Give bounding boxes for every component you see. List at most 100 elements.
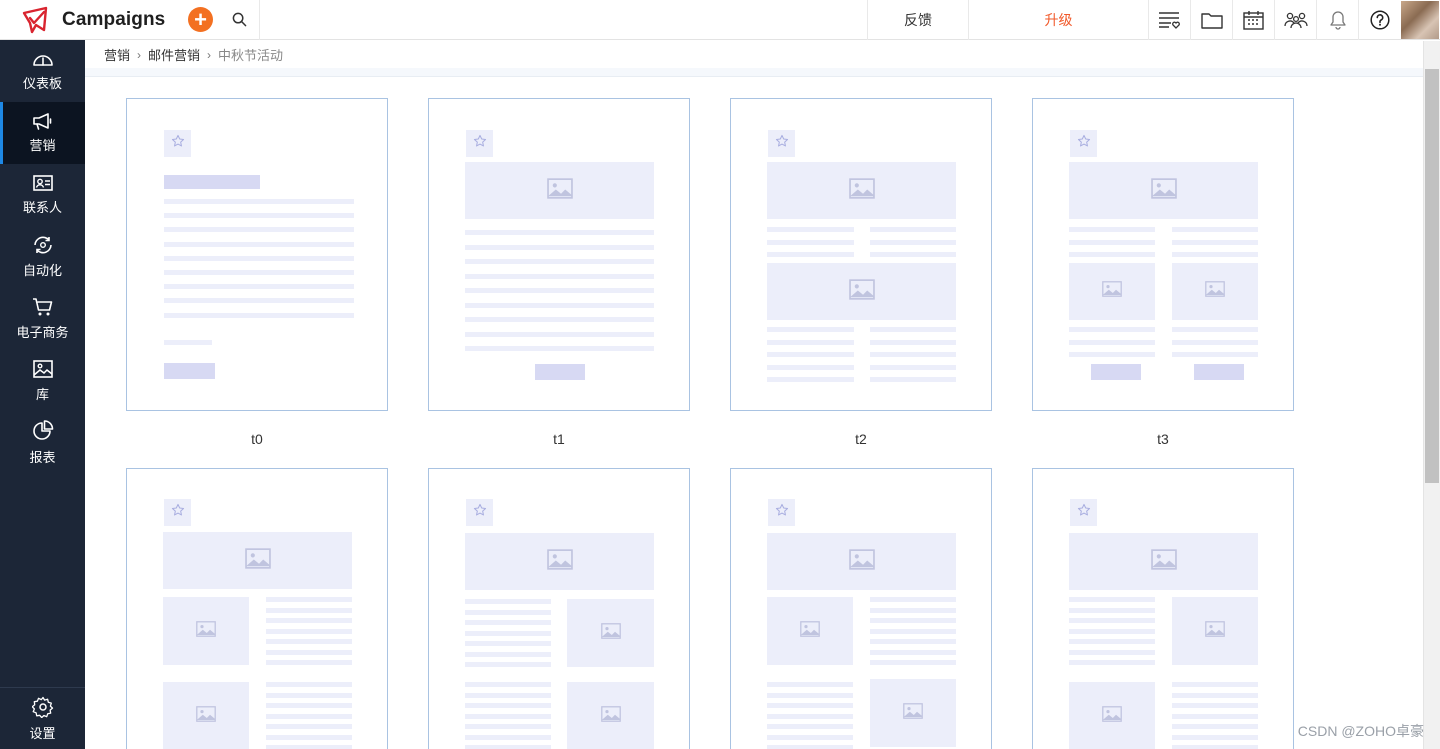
scrollbar-thumb[interactable] [1425, 69, 1439, 483]
favorite-button[interactable] [1070, 499, 1097, 526]
text-line-placeholder [870, 339, 956, 345]
folder-button[interactable] [1190, 0, 1232, 40]
favorite-button[interactable] [164, 130, 191, 157]
text-line-placeholder [164, 312, 354, 318]
brand[interactable]: Campaigns [0, 0, 180, 40]
sidebar-item-label: 库 [35, 387, 49, 402]
template-card[interactable] [428, 98, 690, 411]
button-placeholder [535, 364, 585, 380]
template-card[interactable] [1032, 98, 1294, 411]
heading-placeholder [164, 175, 260, 189]
text-line-placeholder [870, 327, 956, 332]
list-heart-button[interactable] [1148, 0, 1190, 40]
image-placeholder [1069, 263, 1155, 320]
sidebar-item-ecommerce[interactable]: 电子商务 [0, 288, 85, 350]
sidebar-item-reports[interactable]: 报表 [0, 412, 85, 474]
template-card[interactable] [428, 468, 690, 749]
favorite-button[interactable] [1070, 130, 1097, 157]
sidebar-item-library[interactable]: 库 [0, 350, 85, 412]
template-card[interactable] [1032, 468, 1294, 749]
app-name: Campaigns [62, 8, 166, 30]
favorite-button[interactable] [768, 499, 795, 526]
text-line-placeholder [266, 618, 352, 623]
sidebar-item-dashboard[interactable]: 仪表板 [0, 40, 85, 102]
bell-icon [1329, 10, 1346, 30]
calendar-button[interactable] [1232, 0, 1274, 40]
template-card[interactable] [126, 468, 388, 749]
text-line-placeholder [266, 607, 352, 613]
favorite-button[interactable] [164, 499, 191, 526]
automation-icon [33, 236, 52, 254]
text-line-placeholder [870, 377, 956, 382]
star-icon [1077, 134, 1091, 153]
text-line-placeholder [767, 327, 854, 332]
feedback-button[interactable]: 反馈 [867, 0, 968, 40]
notifications-button[interactable] [1316, 0, 1358, 40]
sidebar-item-label: 仪表板 [22, 76, 62, 91]
text-line-placeholder [465, 662, 551, 667]
pie-chart-icon [32, 420, 53, 440]
template-card[interactable] [730, 468, 992, 749]
favorite-button[interactable] [466, 130, 493, 157]
search-button[interactable] [220, 0, 260, 40]
text-line-placeholder [465, 302, 654, 308]
text-line-placeholder [1069, 628, 1155, 634]
text-line-placeholder [1172, 239, 1258, 245]
text-line-placeholder [266, 713, 352, 719]
image-placeholder [567, 599, 654, 667]
template-card[interactable] [730, 98, 992, 411]
search-icon [232, 12, 247, 27]
text-line-placeholder [767, 239, 854, 245]
image-placeholder [767, 263, 956, 320]
text-line-placeholder [266, 703, 352, 708]
image-icon [196, 705, 216, 727]
text-line-placeholder [1069, 352, 1155, 357]
text-line-placeholder [1069, 327, 1155, 332]
avatar [1401, 0, 1439, 39]
sidebar-item-contacts[interactable]: 联系人 [0, 164, 85, 226]
user-avatar-button[interactable] [1400, 0, 1440, 40]
image-icon [600, 622, 621, 644]
sidebar-item-automation[interactable]: 自动化 [0, 226, 85, 288]
text-line-placeholder [1172, 352, 1258, 357]
text-line-placeholder [870, 628, 956, 634]
star-icon [473, 503, 487, 522]
text-line-placeholder [1172, 724, 1258, 729]
upgrade-button[interactable]: 升级 [968, 0, 1148, 40]
text-line-placeholder [266, 597, 352, 602]
favorite-button[interactable] [768, 130, 795, 157]
template-card[interactable] [126, 98, 388, 411]
image-placeholder [1069, 533, 1258, 590]
text-line-placeholder [266, 734, 352, 740]
template-name: t1 [553, 431, 565, 447]
text-line-placeholder [870, 352, 956, 357]
image-icon [1102, 705, 1122, 727]
create-new-button[interactable]: + [188, 7, 213, 32]
text-line-placeholder [164, 284, 354, 290]
sidebar-item-label: 报表 [29, 450, 56, 465]
breadcrumb-item-email-marketing[interactable]: 邮件营销 [148, 45, 200, 64]
help-button[interactable] [1358, 0, 1400, 40]
favorite-button[interactable] [466, 499, 493, 526]
contact-card-icon [32, 175, 53, 191]
image-placeholder [767, 162, 956, 219]
text-line-placeholder [767, 703, 853, 708]
text-line-placeholder [767, 377, 854, 382]
breadcrumb-item-marketing[interactable]: 营销 [104, 45, 130, 64]
image-icon [848, 548, 875, 575]
text-line-placeholder [870, 618, 956, 623]
text-line-placeholder [465, 273, 654, 279]
star-icon [171, 134, 185, 153]
users-icon [1283, 12, 1308, 28]
users-button[interactable] [1274, 0, 1316, 40]
image-placeholder [465, 162, 654, 219]
text-line-placeholder [164, 213, 354, 219]
image-icon [848, 177, 875, 204]
button-placeholder [1091, 364, 1141, 380]
text-line-placeholder [465, 288, 654, 293]
sidebar-item-marketing[interactable]: 营销 [0, 102, 85, 164]
sidebar-item-settings[interactable]: 设置 [0, 687, 85, 749]
vertical-scrollbar[interactable] [1423, 41, 1440, 749]
chevron-right-icon: › [137, 47, 142, 62]
text-line-placeholder [465, 745, 551, 749]
